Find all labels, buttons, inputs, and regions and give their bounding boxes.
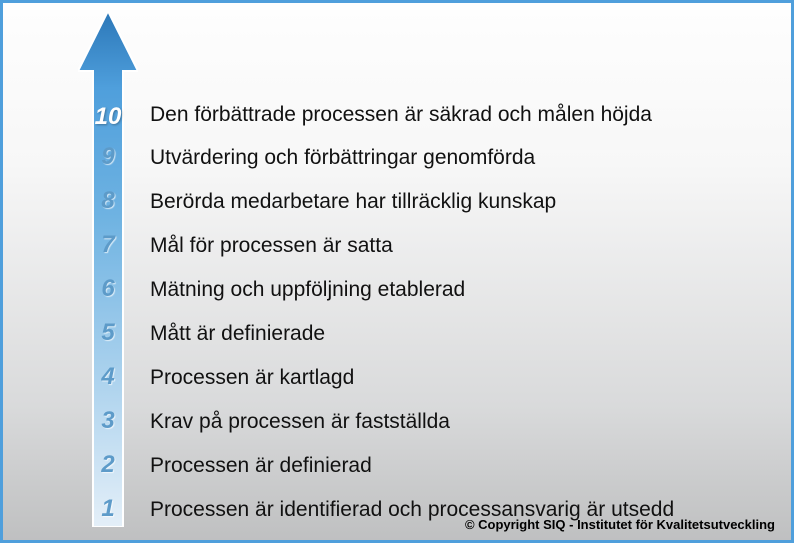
- level-number-7: 7: [78, 231, 138, 259]
- level-row: 4 Processen är kartlagd: [78, 363, 674, 407]
- level-number-5: 5: [78, 319, 138, 347]
- level-row: 9 Utvärdering och förbättringar genomför…: [78, 143, 674, 187]
- level-label-9: Utvärdering och förbättringar genomförda: [138, 146, 535, 170]
- level-number-3: 3: [78, 407, 138, 435]
- level-label-2: Processen är definierad: [138, 454, 372, 478]
- level-number-10: 10: [78, 103, 138, 131]
- level-label-5: Mått är definierade: [138, 322, 325, 346]
- level-row: 8 Berörda medarbetare har tillräcklig ku…: [78, 187, 674, 231]
- level-label-8: Berörda medarbetare har tillräcklig kuns…: [138, 190, 556, 214]
- maturity-diagram: 10 Den förbättrade processen är säkrad o…: [0, 0, 794, 543]
- level-number-6: 6: [78, 275, 138, 303]
- copyright-notice: © Copyright SIQ - Institutet för Kvalite…: [465, 517, 775, 532]
- level-label-6: Mätning och uppföljning etablerad: [138, 278, 465, 302]
- level-row: 6 Mätning och uppföljning etablerad: [78, 275, 674, 319]
- level-number-1: 1: [78, 495, 138, 523]
- level-row: 5 Mått är definierade: [78, 319, 674, 363]
- level-label-4: Processen är kartlagd: [138, 366, 354, 390]
- level-number-9: 9: [78, 143, 138, 171]
- maturity-levels: 9 Utvärdering och förbättringar genomför…: [78, 143, 674, 539]
- level-number-4: 4: [78, 363, 138, 391]
- level-row: 3 Krav på processen är fastställda: [78, 407, 674, 451]
- level-label-10: Den förbättrade processen är säkrad och …: [150, 103, 652, 127]
- level-label-7: Mål för processen är satta: [138, 234, 393, 258]
- level-number-8: 8: [78, 187, 138, 215]
- level-row: 2 Processen är definierad: [78, 451, 674, 495]
- level-label-3: Krav på processen är fastställda: [138, 410, 450, 434]
- level-number-2: 2: [78, 451, 138, 479]
- level-row: 7 Mål för processen är satta: [78, 231, 674, 275]
